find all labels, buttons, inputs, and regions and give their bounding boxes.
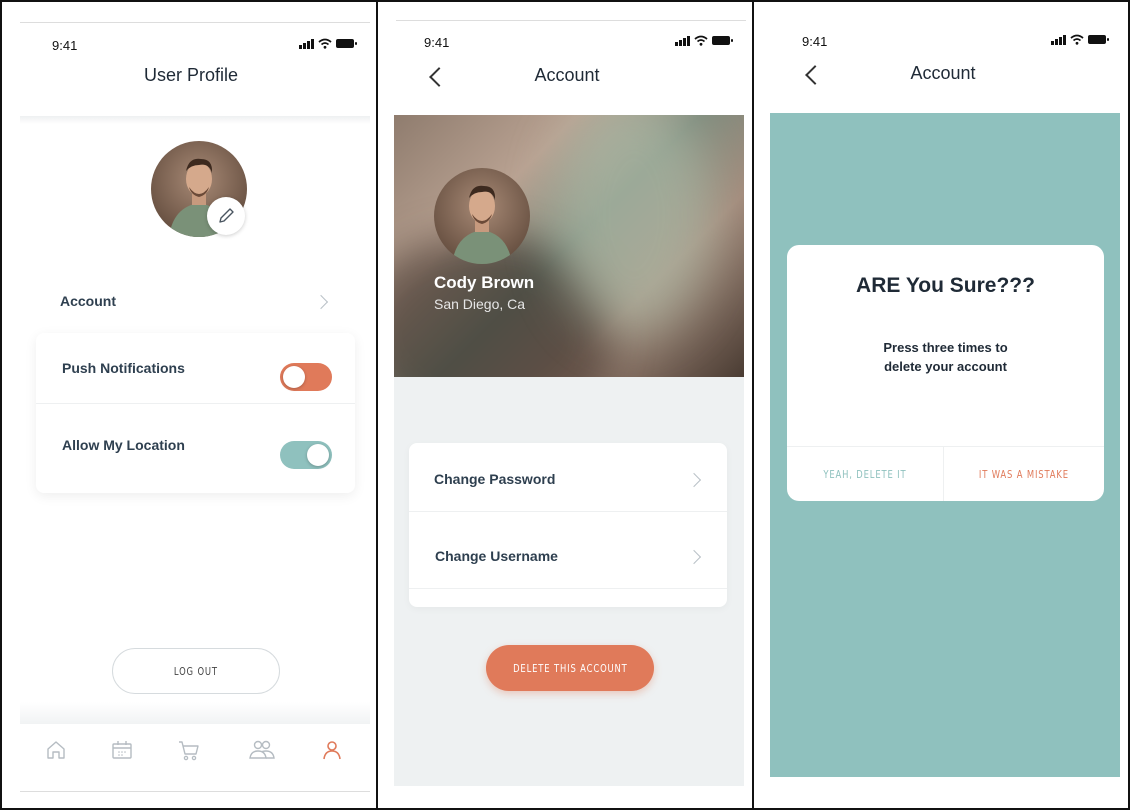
allow-location-toggle[interactable] [280,441,332,469]
allow-location-label: Allow My Location [62,437,185,453]
change-password-label: Change Password [434,471,556,487]
dialog-message-line2: delete your account [884,359,1007,374]
toggle-knob [283,366,305,388]
avatar [434,168,530,264]
push-notifications-label: Push Notifications [62,360,185,376]
bottom-divider [20,791,370,792]
page-title: User Profile [143,65,239,85]
signal-icon [675,35,690,46]
dialog-message-line1: Press three times to [883,340,1008,355]
wifi-icon [1070,34,1084,45]
status-bar: 9:41 [52,38,357,58]
change-username-label: Change Username [435,548,558,564]
cancel-button[interactable]: IT WAS A MISTAKE [944,447,1104,501]
account-row[interactable]: Account [36,277,356,329]
confirm-dialog: ARE You Sure??? Press three times to del… [787,245,1104,501]
edit-avatar-button[interactable] [207,197,245,235]
account-body: Change Password Change Username DELETE T… [394,377,744,786]
status-bar: 9:41 [424,35,733,55]
status-icons [675,35,733,46]
chevron-right-icon [686,472,702,488]
status-icons [299,38,357,49]
status-bar: 9:41 [802,34,1109,54]
user-location: San Diego, Ca [434,296,526,312]
divider [36,403,355,404]
wifi-icon [318,38,332,49]
page-title: Account [534,65,600,85]
settings-card: Push Notifications Allow My Location [36,333,355,493]
chevron-right-icon [313,294,329,310]
delete-account-button[interactable]: DELETE THIS ACCOUNT [486,645,654,691]
status-icons [1051,34,1109,45]
delete-account-label: DELETE THIS ACCOUNT [512,661,628,675]
change-password-item[interactable]: Change Password [409,443,727,511]
account-menu-card: Change Password Change Username [409,443,727,607]
bottom-nav [20,724,370,790]
signal-icon [1051,34,1066,45]
battery-icon [712,36,733,45]
status-time: 9:41 [52,38,78,53]
cart-icon[interactable] [177,738,201,762]
push-notifications-toggle[interactable] [280,363,332,391]
logout-label: LOG OUT [173,664,219,678]
top-divider [396,20,746,21]
user-icon[interactable] [320,738,344,762]
header-shadow [20,116,370,124]
calendar-icon[interactable] [110,738,134,762]
change-username-item[interactable]: Change Username [409,512,727,588]
modal-overlay: ARE You Sure??? Press three times to del… [770,113,1120,777]
battery-icon [1088,35,1109,44]
wifi-icon [694,35,708,46]
account-screen: 9:41 Account Cody Brown San Diego, Ca Ch… [376,0,754,810]
dialog-heading: ARE You Sure??? [856,274,1035,297]
user-name: Cody Brown [434,273,535,292]
user-profile-screen: 9:41 User Profile Account Push Notificat… [0,0,378,810]
status-time: 9:41 [802,34,828,49]
divider [409,588,727,589]
top-divider [20,22,370,23]
header-glow [554,115,714,335]
confirm-delete-button[interactable]: YEAH, DELETE IT [787,447,943,501]
nav-shadow [20,702,370,724]
signal-icon [299,38,314,49]
account-label: Account [60,293,116,309]
confirm-delete-label: YEAH, DELETE IT [823,467,907,481]
page-title: Account [910,63,976,83]
home-icon[interactable] [44,738,68,762]
status-time: 9:41 [424,35,450,50]
confirm-delete-screen: 9:41 Account ARE You Sure??? Press three… [752,0,1130,810]
profile-header: Cody Brown San Diego, Ca [394,115,744,377]
people-icon[interactable] [248,738,276,762]
battery-icon [336,39,357,48]
pencil-icon [219,208,234,223]
chevron-right-icon [686,549,702,565]
logout-button[interactable]: LOG OUT [112,648,280,694]
toggle-knob [307,444,329,466]
cancel-label: IT WAS A MISTAKE [979,467,1069,481]
